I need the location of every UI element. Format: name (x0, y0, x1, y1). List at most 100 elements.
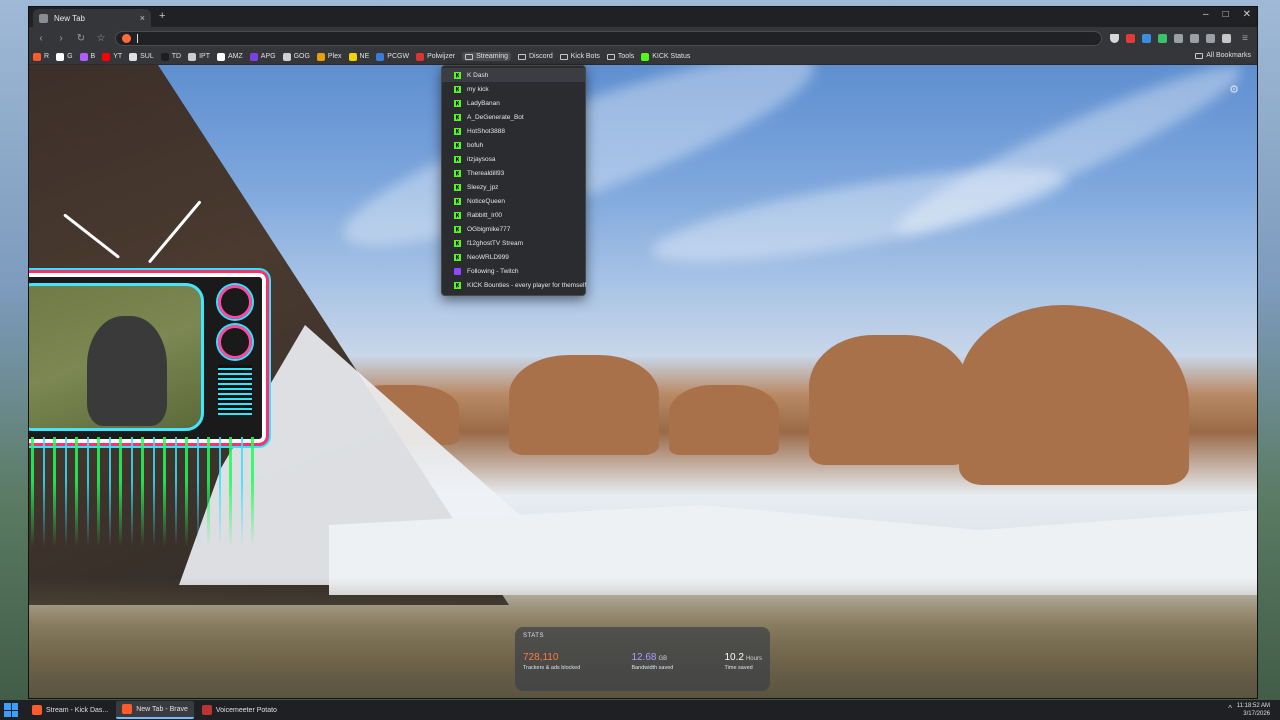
menu-item-neowrld999[interactable]: NeoWRLD999 (442, 250, 585, 264)
bookmark-streaming[interactable]: Streaming (462, 52, 511, 61)
new-tab-button[interactable]: + (159, 10, 165, 22)
extensions-puzzle-icon[interactable] (1190, 33, 1199, 43)
bookmark-kick-bots[interactable]: Kick Bots (559, 53, 600, 60)
bookmark-star-button[interactable]: ☆ (95, 33, 107, 44)
bookmark-discord[interactable]: Discord (517, 53, 553, 60)
kick-icon (454, 281, 461, 289)
leo-ai-icon[interactable] (1222, 33, 1231, 43)
menu-item-noticequeen[interactable]: NoticeQueen (442, 194, 585, 208)
bookmark-label: PCGW (387, 53, 410, 60)
menu-item-hotshot3888[interactable]: HotShot3888 (442, 124, 585, 138)
minimize-button[interactable]: – (1203, 9, 1209, 20)
menu-item-therealdill93[interactable]: Therealdill93 (442, 166, 585, 180)
brave-icon (32, 705, 42, 715)
menu-item-following-twitch[interactable]: Following - Twitch (442, 264, 585, 278)
menu-item-k-dash[interactable]: K Dash (442, 68, 585, 82)
menu-item-label: Rabbitt_lr00 (467, 211, 503, 219)
tab-close-icon[interactable]: × (140, 13, 145, 23)
kick-icon (641, 52, 650, 61)
sandstone-rock (509, 355, 659, 455)
stat-time-label: Time saved (724, 665, 753, 671)
bookmark-g[interactable]: G (56, 52, 73, 61)
brave-shields-icon[interactable] (1110, 33, 1119, 43)
system-clock[interactable]: 11:18:52 AM 3/17/2026 (1237, 702, 1270, 718)
bookmark-amz[interactable]: AMZ (217, 52, 243, 61)
bookmark-yt[interactable]: YT (102, 52, 122, 61)
extension-blue-icon[interactable] (1142, 33, 1151, 43)
bookmark-kick-status[interactable]: KICK Status (641, 52, 690, 61)
voicemeeter-icon (201, 705, 212, 715)
menu-item-itzjaysosa[interactable]: itzjaysosa (442, 152, 585, 166)
menu-item-sleezy-jpz[interactable]: Sleezy_jpz (442, 180, 585, 194)
reload-button[interactable]: ↻ (75, 33, 87, 44)
bookmark-r[interactable]: R (33, 52, 49, 61)
folder-icon (517, 53, 526, 60)
stat-time-value: 10.2 (724, 652, 744, 663)
menu-item-a-degenerate-bot[interactable]: A_DeGenerate_Bot (442, 110, 585, 124)
sidebar-icon[interactable] (1206, 33, 1215, 43)
menu-item-ogbigmike777[interactable]: OGbigmike777 (442, 222, 585, 236)
close-window-button[interactable]: ✕ (1243, 9, 1251, 20)
all-bookmarks-button[interactable]: All Bookmarks (1195, 52, 1251, 59)
address-bar[interactable] (115, 30, 1102, 46)
bookmark-ipt[interactable]: IPT (188, 52, 210, 61)
kick-icon (454, 99, 461, 107)
taskbar-item-new-tab-brave[interactable]: New Tab - Brave (116, 701, 194, 719)
kick-icon (454, 169, 461, 177)
bookmark-sul[interactable]: SUL (129, 52, 154, 61)
bookmark-td[interactable]: TD (160, 52, 181, 61)
bookmark-ne[interactable]: NE (348, 52, 369, 61)
menu-item-ladybanan[interactable]: LadyBanan (442, 96, 585, 110)
menu-item-rabbitt-lr00[interactable]: Rabbitt_lr00 (442, 208, 585, 222)
apg-icon (249, 52, 258, 61)
sky-cloud (886, 65, 1252, 253)
bookmark-polwijzer[interactable]: Polwijzer (416, 52, 455, 61)
bookmark-tools[interactable]: Tools (606, 53, 634, 60)
bookmark-gog[interactable]: GOG (282, 52, 310, 61)
menu-item-label: HotShot3888 (467, 127, 505, 135)
start-button[interactable] (4, 703, 18, 717)
menu-item-label: NeoWRLD999 (467, 253, 509, 261)
extension-gray-icon[interactable] (1174, 33, 1183, 43)
kick-icon (454, 239, 461, 247)
sandstone-rock (959, 305, 1189, 485)
maximize-button[interactable]: □ (1223, 9, 1229, 20)
bookmark-label: Plex (327, 53, 342, 60)
menu-item-bofuh[interactable]: bofuh (442, 138, 585, 152)
taskbar-item-stream-kick-das[interactable]: Stream - Kick Das... (26, 701, 114, 719)
extension-red-icon[interactable] (1126, 33, 1135, 43)
streaming-bookmarks-menu: K Dash my kick LadyBanan A_DeGenerate_Bot Ho… (441, 65, 586, 296)
forward-button[interactable]: › (55, 33, 67, 44)
taskbar-item-label: Stream - Kick Das... (46, 706, 109, 714)
stat-bandwidth: 12.68 GB Bandwidth saved (631, 651, 673, 671)
bookmark-pcgw[interactable]: PCGW (376, 52, 410, 61)
back-button[interactable]: ‹ (35, 33, 47, 44)
kick-icon (454, 253, 461, 261)
bookmark-plex[interactable]: Plex (316, 52, 342, 61)
taskbar-item-voicemeeter-potato[interactable]: Voicemeeter Potato (196, 701, 283, 719)
menu-item-label: LadyBanan (467, 99, 500, 107)
bookmark-label: G (67, 53, 73, 60)
stats-header: STATS (523, 633, 544, 639)
folder-icon (606, 53, 615, 60)
page-settings-gear-icon[interactable]: ⚙ (1229, 83, 1239, 96)
menu-item-f12ghosttv-stream[interactable]: f12ghostTV Stream (442, 236, 585, 250)
folder-icon (559, 53, 568, 60)
neon-paint-drips (29, 437, 259, 547)
clock-time: 11:18:52 AM (1236, 703, 1270, 709)
new-tab-page: ⚙ STATS 728,110 Trackers & ads blocked 1… (29, 65, 1257, 698)
bookmark-label: AMZ (228, 53, 243, 60)
ipt-icon (188, 52, 197, 61)
tray-overflow-chevron-icon[interactable]: ^ (1228, 704, 1232, 713)
bookmark-apg[interactable]: APG (249, 52, 276, 61)
youtube-icon (102, 52, 111, 61)
main-menu-button[interactable]: ≡ (1239, 33, 1251, 44)
bookmark-b[interactable]: B (79, 52, 95, 61)
menu-item-label: Sleezy_jpz (467, 183, 499, 191)
bookmark-label: Kick Bots (570, 53, 600, 60)
tv-knob (218, 285, 252, 319)
menu-item-kick-bounties-every-player-for-themself[interactable]: KICK Bounties - every player for themsel… (442, 278, 586, 292)
menu-item-my-kick[interactable]: my kick (442, 82, 585, 96)
extension-green-icon[interactable] (1158, 33, 1167, 43)
tab-new-tab[interactable]: New Tab × (33, 9, 151, 27)
